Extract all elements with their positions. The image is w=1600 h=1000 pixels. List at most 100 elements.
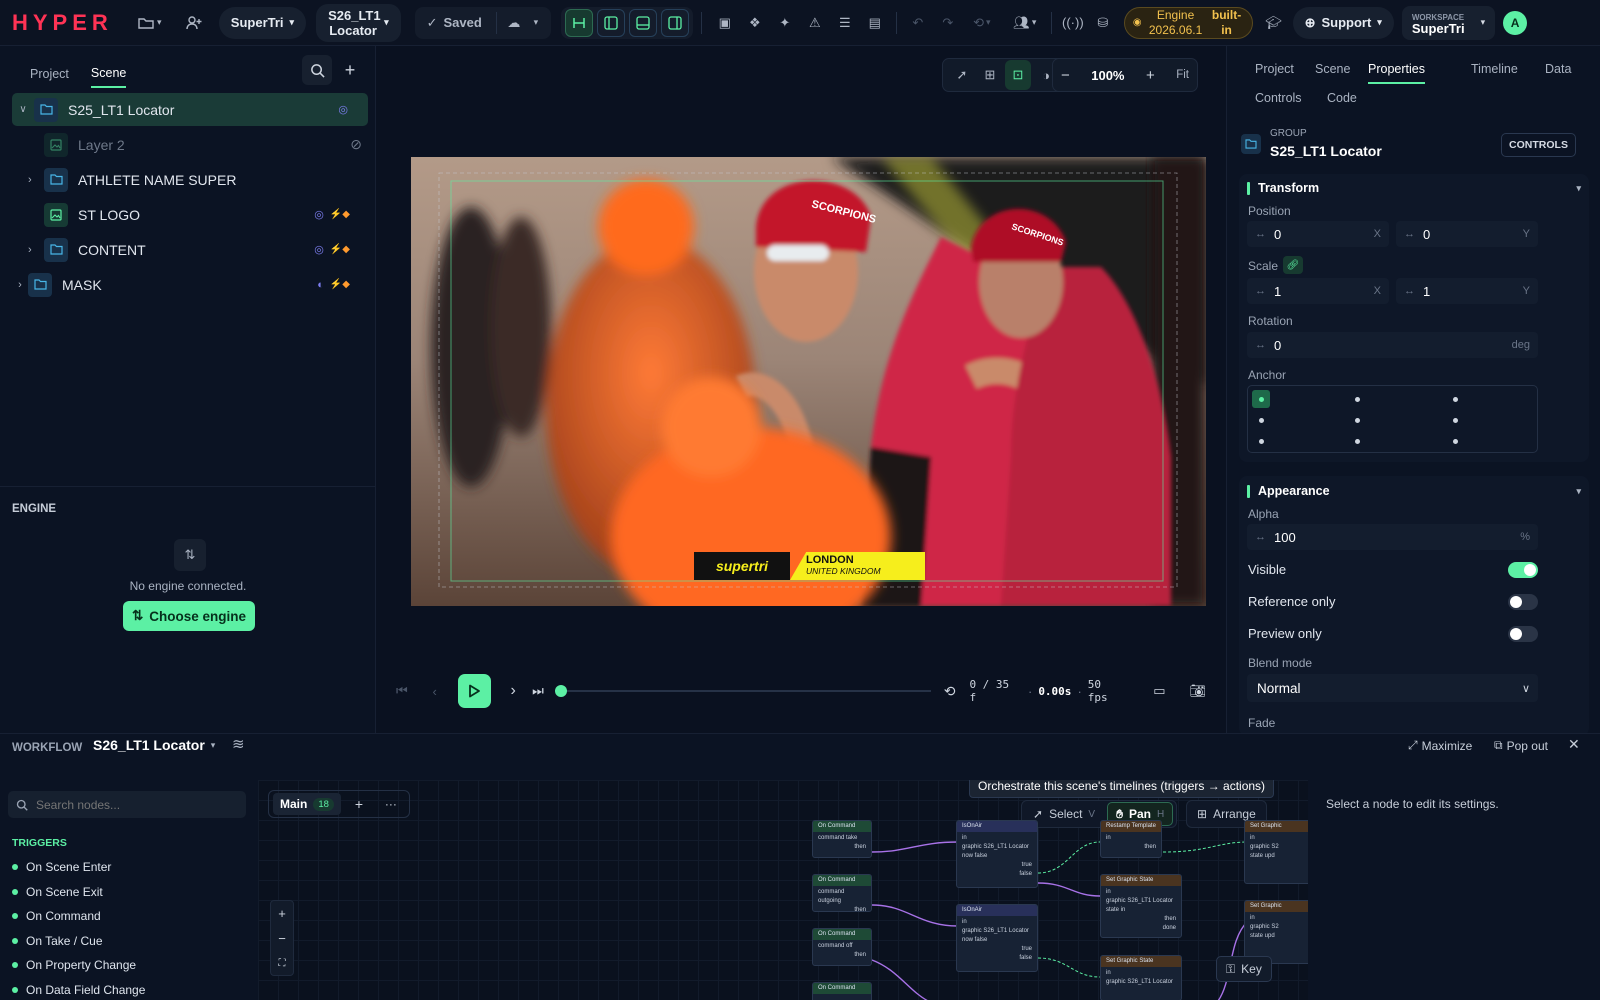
trigger-on-property-change[interactable]: On Property Change xyxy=(12,958,136,972)
fit-button[interactable]: Fit xyxy=(1176,69,1189,81)
add-user-button[interactable] xyxy=(179,8,209,38)
node-restamp-template[interactable]: Restamp Template in then xyxy=(1100,820,1162,858)
preview-only-toggle[interactable] xyxy=(1508,626,1538,642)
layers-button[interactable]: ≋ xyxy=(232,735,245,753)
tab-timeline[interactable]: Timeline xyxy=(1471,62,1518,76)
collapse-icon[interactable]: ▾ xyxy=(1576,486,1581,497)
choose-engine-button[interactable]: ⇅ Choose engine xyxy=(123,601,255,631)
reference-only-toggle[interactable] xyxy=(1508,594,1538,610)
trigger-on-take-cue[interactable]: On Take / Cue xyxy=(12,934,103,948)
tree-item-mask[interactable]: › MASK ◐ ⚡◆ xyxy=(12,268,368,301)
left-panel-toggle-button[interactable] xyxy=(596,8,625,37)
anchor-point[interactable] xyxy=(1355,418,1360,423)
grid-tool-button[interactable]: ⊞ xyxy=(977,60,1003,90)
folder-menu-button[interactable]: ▾ xyxy=(131,8,169,38)
node-graph-canvas[interactable]: Main 18 + ··· Orchestrate this scene's t… xyxy=(258,780,1308,1000)
anchor-point[interactable] xyxy=(1453,397,1458,402)
tab-data[interactable]: Data xyxy=(1545,62,1571,76)
scrubber-handle[interactable] xyxy=(554,685,567,697)
scale-y-input[interactable]: ↔ 1 Y xyxy=(1396,278,1538,304)
visibility-icon[interactable]: ◎ xyxy=(314,243,324,256)
link-scale-button[interactable]: 🔗︎ xyxy=(1283,256,1303,274)
rotation-input[interactable]: ↔ 0 deg xyxy=(1247,332,1538,358)
node-set-graphic[interactable]: Set Graphic in graphic S2 state upd xyxy=(1244,900,1308,964)
trigger-on-command[interactable]: On Command xyxy=(12,909,101,923)
tree-item-athlete-name-super[interactable]: › ATHLETE NAME SUPER xyxy=(12,163,368,196)
history-button[interactable]: ⟲ ▾ xyxy=(963,8,1001,38)
workflow-toggle-button[interactable] xyxy=(564,8,593,37)
chevron-right-icon[interactable]: › xyxy=(28,174,44,186)
controls-button[interactable]: CONTROLS xyxy=(1501,133,1576,157)
loop-button[interactable]: ⟲ xyxy=(944,683,956,700)
workflow-selector[interactable]: S26_LT1 Locator ▾ xyxy=(93,737,215,753)
step-forward-button[interactable]: › xyxy=(501,682,525,700)
position-x-input[interactable]: ↔ 0 X xyxy=(1247,221,1389,247)
canvas-preview[interactable]: SCORPIONS SCORPIONS supertri LONDON UNIT… xyxy=(411,157,1206,606)
avatar[interactable]: A xyxy=(1503,10,1528,35)
play-button[interactable] xyxy=(457,674,492,708)
node-on-command[interactable]: On Command command off then xyxy=(812,928,872,966)
zoom-in-button[interactable]: + xyxy=(1146,67,1155,84)
tab-scene[interactable]: Scene xyxy=(1315,62,1350,76)
tab-controls[interactable]: Controls xyxy=(1255,91,1302,105)
skip-start-button[interactable]: ⏮ xyxy=(396,683,422,699)
skip-end-button[interactable]: ⏭ xyxy=(525,683,551,699)
warnings-button[interactable]: ⚠ xyxy=(800,8,830,38)
tab-project[interactable]: Project xyxy=(30,61,69,87)
anchor-point[interactable] xyxy=(1259,418,1264,423)
node-is-on-air[interactable]: IsOnAir in graphic S26_LT1 Locator now fals… xyxy=(956,904,1038,972)
media-button[interactable]: ▣ xyxy=(710,8,740,38)
safe-area-button[interactable]: ⊡ xyxy=(1005,60,1031,90)
close-button[interactable]: ✕ xyxy=(1568,736,1580,753)
trigger-on-scene-enter[interactable]: On Scene Enter xyxy=(12,860,111,874)
anchor-point[interactable] xyxy=(1453,439,1458,444)
tab-scene[interactable]: Scene xyxy=(90,60,127,88)
keyframe-icon[interactable]: ⚡◆ xyxy=(330,279,350,290)
key-button[interactable]: ⚿ Key xyxy=(1216,956,1272,982)
cloud-sync-button[interactable]: ☁ xyxy=(503,8,525,38)
zoom-out-button[interactable]: − xyxy=(1061,67,1070,84)
effects-button[interactable]: ✦ xyxy=(770,8,800,38)
pointer-tool-button[interactable]: ➚ xyxy=(949,60,975,90)
database-button[interactable]: ⛁ xyxy=(1088,8,1118,38)
trigger-on-scene-exit[interactable]: On Scene Exit xyxy=(12,885,103,899)
zoom-level[interactable]: 100% xyxy=(1091,68,1124,83)
tree-item-content[interactable]: › CONTENT ◎ ⚡◆ xyxy=(12,233,368,266)
tab-properties[interactable]: Properties xyxy=(1368,62,1425,84)
search-button[interactable] xyxy=(302,55,332,85)
mask-icon[interactable]: ◐ xyxy=(317,279,324,291)
node-is-on-air[interactable]: IsOnAir in graphic S26_LT1 Locator now fals… xyxy=(956,820,1038,888)
chevron-right-icon[interactable]: › xyxy=(28,244,44,256)
anchor-point[interactable] xyxy=(1355,397,1360,402)
anchor-point[interactable] xyxy=(1453,418,1458,423)
timeline-scrubber[interactable] xyxy=(554,685,931,697)
engine-badge[interactable]: ◉ Engine 2026.06.1 built-in xyxy=(1123,6,1253,39)
scene-selector[interactable]: S26_LT1 Locator ▾ xyxy=(316,3,401,42)
cast-button[interactable]: ▭ xyxy=(1153,683,1165,699)
film-button[interactable]: ▤ xyxy=(860,8,890,38)
support-button[interactable]: ⊕ Support ▾ xyxy=(1292,6,1394,39)
alpha-input[interactable]: ↔ 100% xyxy=(1247,524,1538,550)
position-y-input[interactable]: ↔ 0 Y xyxy=(1396,221,1538,247)
right-panel-toggle-button[interactable] xyxy=(660,8,689,37)
tree-item-s25-lt1-locator[interactable]: ∨ S25_LT1 Locator ◎ xyxy=(12,93,368,126)
tree-item-st-logo[interactable]: ST LOGO ◎ ⚡◆ xyxy=(12,198,368,231)
anchor-point[interactable] xyxy=(1259,439,1264,444)
node-set-graphic-state[interactable]: Set Graphic State in graphic S26_LT1 Locat… xyxy=(1100,955,1182,1000)
search-nodes-input[interactable] xyxy=(36,797,226,812)
keyframe-icon[interactable]: ⚡◆ xyxy=(330,244,350,255)
broadcast-button[interactable]: ((·)) xyxy=(1058,8,1088,38)
node-set-graphic[interactable]: Set Graphic in graphic S2 state upd xyxy=(1244,820,1308,884)
chevron-right-icon[interactable]: › xyxy=(12,279,28,291)
collaborators-button[interactable]: 👥︎ ▾ xyxy=(1005,8,1045,38)
snapshot-button[interactable]: 📷︎ xyxy=(1190,683,1207,699)
visibility-icon[interactable]: ◎ xyxy=(314,208,324,221)
learn-button[interactable]: 🎓︎ xyxy=(1259,8,1289,38)
maximize-button[interactable]: ⤢ Maximize xyxy=(1408,738,1472,753)
trigger-on-data-field-change[interactable]: On Data Field Change xyxy=(12,983,145,997)
components-button[interactable]: ❖ xyxy=(740,8,770,38)
workspace-selector[interactable]: WORKSPACE SuperTri ▾ xyxy=(1401,5,1496,40)
redo-button[interactable]: ↷ xyxy=(933,8,963,38)
keyframe-icon[interactable]: ⚡◆ xyxy=(330,209,350,220)
undo-button[interactable]: ↶ xyxy=(903,8,933,38)
